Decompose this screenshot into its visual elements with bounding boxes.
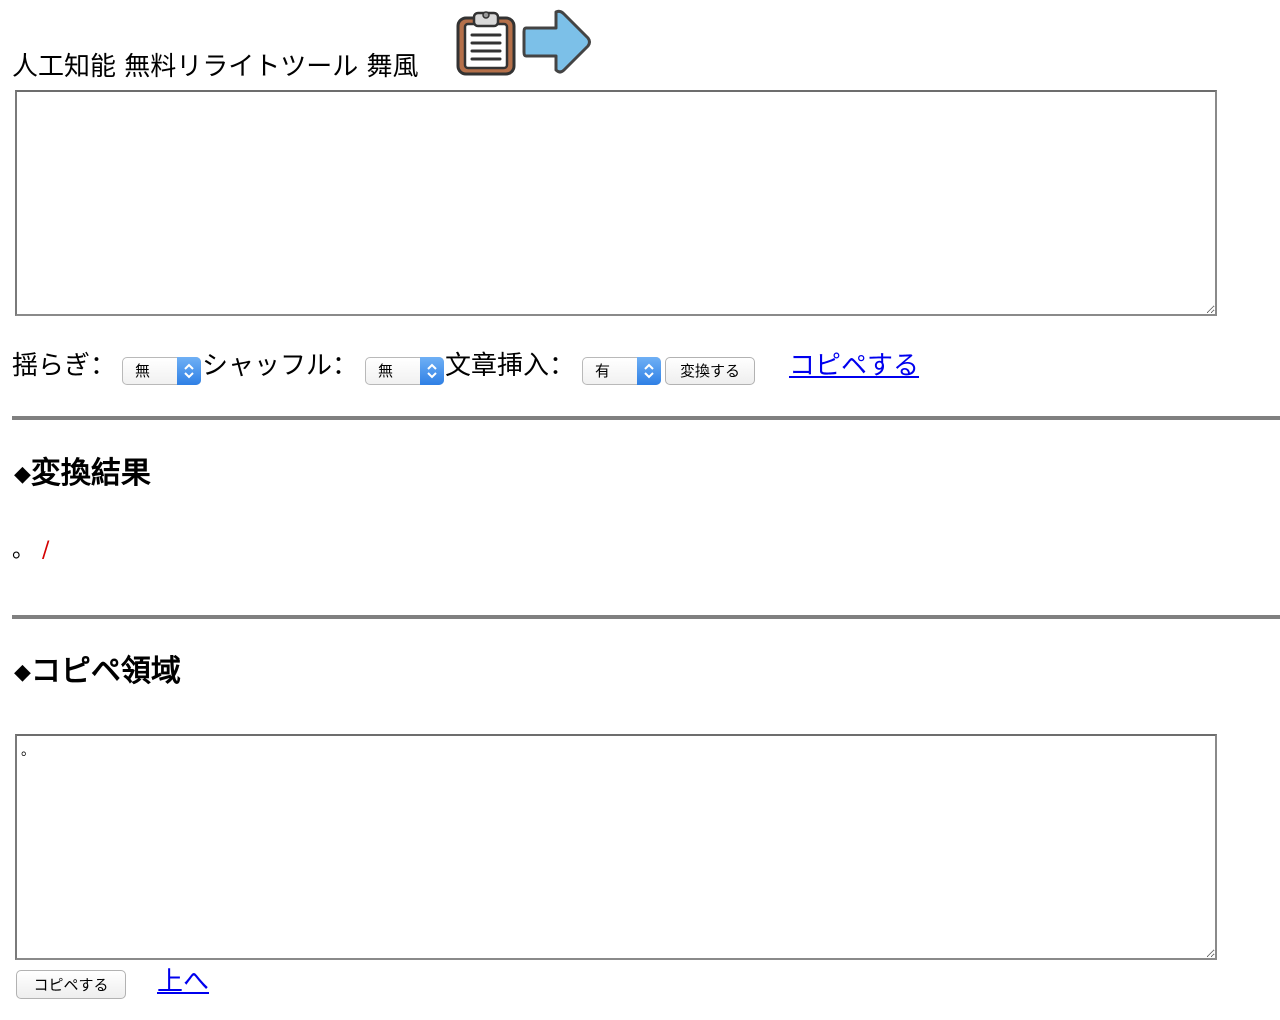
page: 人工知能 無料リライトツール 舞風 揺らぎ： 無 シャッフル： 無 文章挿入： … (0, 0, 1280, 1020)
copy-heading-text: コピペ領域 (30, 654, 181, 689)
copy-button[interactable]: コピペする (16, 970, 126, 999)
copy-textarea[interactable] (15, 734, 1217, 960)
input-textarea[interactable] (15, 90, 1217, 316)
back-to-top-link[interactable]: 上へ (157, 962, 209, 1002)
arrow-right-icon[interactable] (522, 8, 592, 76)
select-caret-icon (177, 357, 201, 385)
divider (12, 416, 1280, 420)
convert-button[interactable]: 変換する (665, 357, 755, 385)
result-heading-text: 変換結果 (30, 456, 151, 491)
result-output: 。 / (12, 536, 49, 566)
select-caret-icon (420, 357, 444, 385)
shuffle-select-value: 無 (378, 362, 394, 380)
copy-heading: ◆コピペ領域 (14, 652, 181, 692)
diamond-icon: ◆ (14, 461, 31, 487)
result-separator: / (42, 538, 50, 563)
insert-label: 文章挿入： (445, 351, 576, 381)
options-bar: 揺らぎ： 無 シャッフル： 無 文章挿入： 有 変換する コピペする (12, 346, 1012, 390)
clipboard-icon[interactable] (454, 8, 518, 78)
title-row: 人工知能 無料リライトツール 舞風 (12, 6, 419, 86)
insert-select[interactable]: 有 (582, 357, 661, 385)
select-caret-icon (637, 357, 661, 385)
shuffle-select[interactable]: 無 (365, 357, 444, 385)
divider (12, 615, 1280, 619)
insert-select-value: 有 (595, 362, 611, 380)
shuffle-label: シャッフル： (202, 351, 359, 381)
result-text: 。 (12, 538, 35, 563)
fluctuation-select-value: 無 (135, 362, 151, 380)
fluctuation-select[interactable]: 無 (122, 357, 201, 385)
page-title: 人工知能 無料リライトツール 舞風 (12, 52, 419, 82)
copy-link[interactable]: コピペする (789, 346, 919, 386)
fluctuation-label: 揺らぎ： (12, 351, 117, 381)
result-heading: ◆変換結果 (14, 454, 151, 494)
diamond-icon: ◆ (14, 659, 31, 685)
